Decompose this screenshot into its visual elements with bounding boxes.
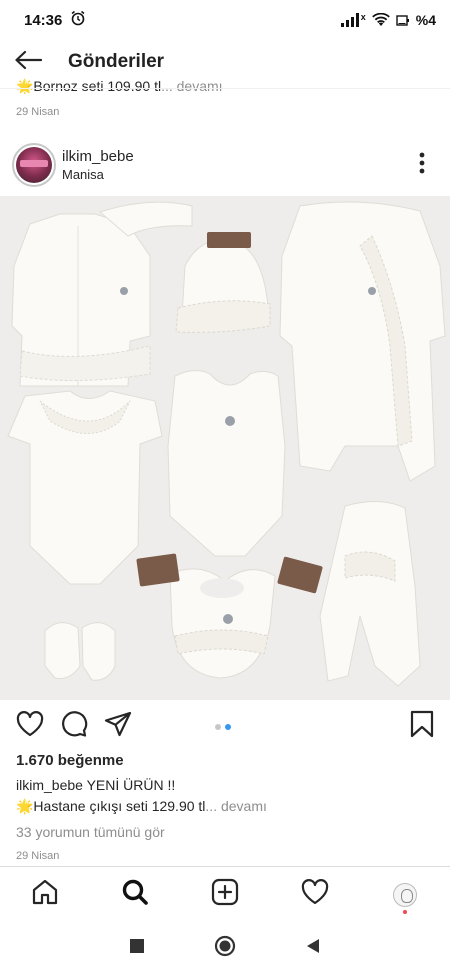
notification-dot bbox=[403, 909, 407, 914]
nav-home[interactable] bbox=[15, 870, 75, 920]
add-post-icon bbox=[211, 878, 239, 911]
header-divider bbox=[0, 88, 450, 89]
previous-post-date: 29 Nisan bbox=[16, 106, 60, 118]
heart-icon bbox=[301, 879, 329, 910]
caption-line-2-text: 🌟Hastane çıkışı seti 129.90 tl bbox=[16, 798, 206, 814]
caption: ilkim_bebe YENİ ÜRÜN !! bbox=[16, 777, 175, 793]
bottom-nav bbox=[0, 866, 450, 922]
previous-caption-text: 🌟Bornoz seti 109.90 tl bbox=[16, 78, 162, 94]
wifi-icon bbox=[371, 13, 390, 27]
caption-username[interactable]: ilkim_bebe bbox=[16, 777, 83, 793]
status-time: 14:36 bbox=[24, 11, 63, 29]
post-user-info: ilkim_bebe Manisa bbox=[62, 148, 134, 182]
signal-icon bbox=[340, 13, 359, 27]
nav-search[interactable] bbox=[105, 870, 165, 920]
profile-avatar bbox=[393, 882, 417, 907]
system-nav-bar bbox=[0, 922, 450, 975]
carousel-dot-active bbox=[225, 724, 231, 730]
nav-new-post[interactable] bbox=[195, 870, 255, 920]
arrow-left-icon bbox=[14, 50, 43, 75]
home-button[interactable] bbox=[214, 935, 236, 962]
post-location[interactable]: Manisa bbox=[62, 167, 134, 182]
status-bar: 14:36 x %4 bbox=[0, 0, 450, 40]
more-vertical-icon bbox=[419, 152, 425, 179]
post-header: ilkim_bebe Manisa bbox=[0, 138, 450, 192]
post-avatar[interactable] bbox=[12, 143, 56, 187]
comment-button[interactable] bbox=[52, 706, 96, 746]
avatar-image bbox=[16, 147, 52, 183]
battery-percent: %4 bbox=[415, 12, 436, 28]
save-button[interactable] bbox=[400, 706, 444, 746]
recent-apps-button[interactable] bbox=[130, 939, 144, 958]
nav-activity[interactable] bbox=[285, 870, 345, 920]
page-title: Gönderiler bbox=[68, 51, 165, 72]
carousel-dot bbox=[215, 724, 221, 730]
post-action-bar bbox=[0, 706, 450, 746]
previous-caption-more-link[interactable]: ... devamı bbox=[161, 78, 222, 94]
carousel-indicator bbox=[215, 724, 231, 730]
bookmark-icon bbox=[410, 710, 434, 743]
share-button[interactable] bbox=[96, 706, 140, 746]
post-options-button[interactable] bbox=[412, 150, 432, 180]
battery-icon bbox=[396, 13, 410, 27]
view-comments-link[interactable]: 33 yorumun tümünü gör bbox=[16, 824, 165, 840]
network-x-icon: x bbox=[360, 12, 366, 22]
baby-clothes-photo bbox=[0, 196, 450, 700]
back-nav-button[interactable] bbox=[306, 938, 320, 959]
heart-icon bbox=[16, 710, 44, 742]
caption-line-2: 🌟Hastane çıkışı seti 129.90 tl... devamı bbox=[16, 798, 267, 815]
likes-count[interactable]: 1.670 beğenme bbox=[16, 752, 124, 769]
nav-profile[interactable] bbox=[375, 870, 435, 920]
alarm-icon bbox=[70, 10, 86, 30]
caption-more-link[interactable]: ... devamı bbox=[205, 798, 266, 814]
previous-post-caption: 🌟Bornoz seti 109.90 tl... devamı bbox=[16, 78, 316, 94]
post-photo[interactable] bbox=[0, 196, 450, 700]
post-date: 29 Nisan bbox=[16, 850, 60, 862]
caption-text: YENİ ÜRÜN !! bbox=[86, 777, 176, 793]
home-icon bbox=[31, 878, 59, 911]
search-icon bbox=[121, 878, 149, 911]
like-button[interactable] bbox=[8, 706, 52, 746]
post-username[interactable]: ilkim_bebe bbox=[62, 148, 134, 165]
send-icon bbox=[104, 711, 132, 742]
comment-icon bbox=[60, 710, 88, 743]
